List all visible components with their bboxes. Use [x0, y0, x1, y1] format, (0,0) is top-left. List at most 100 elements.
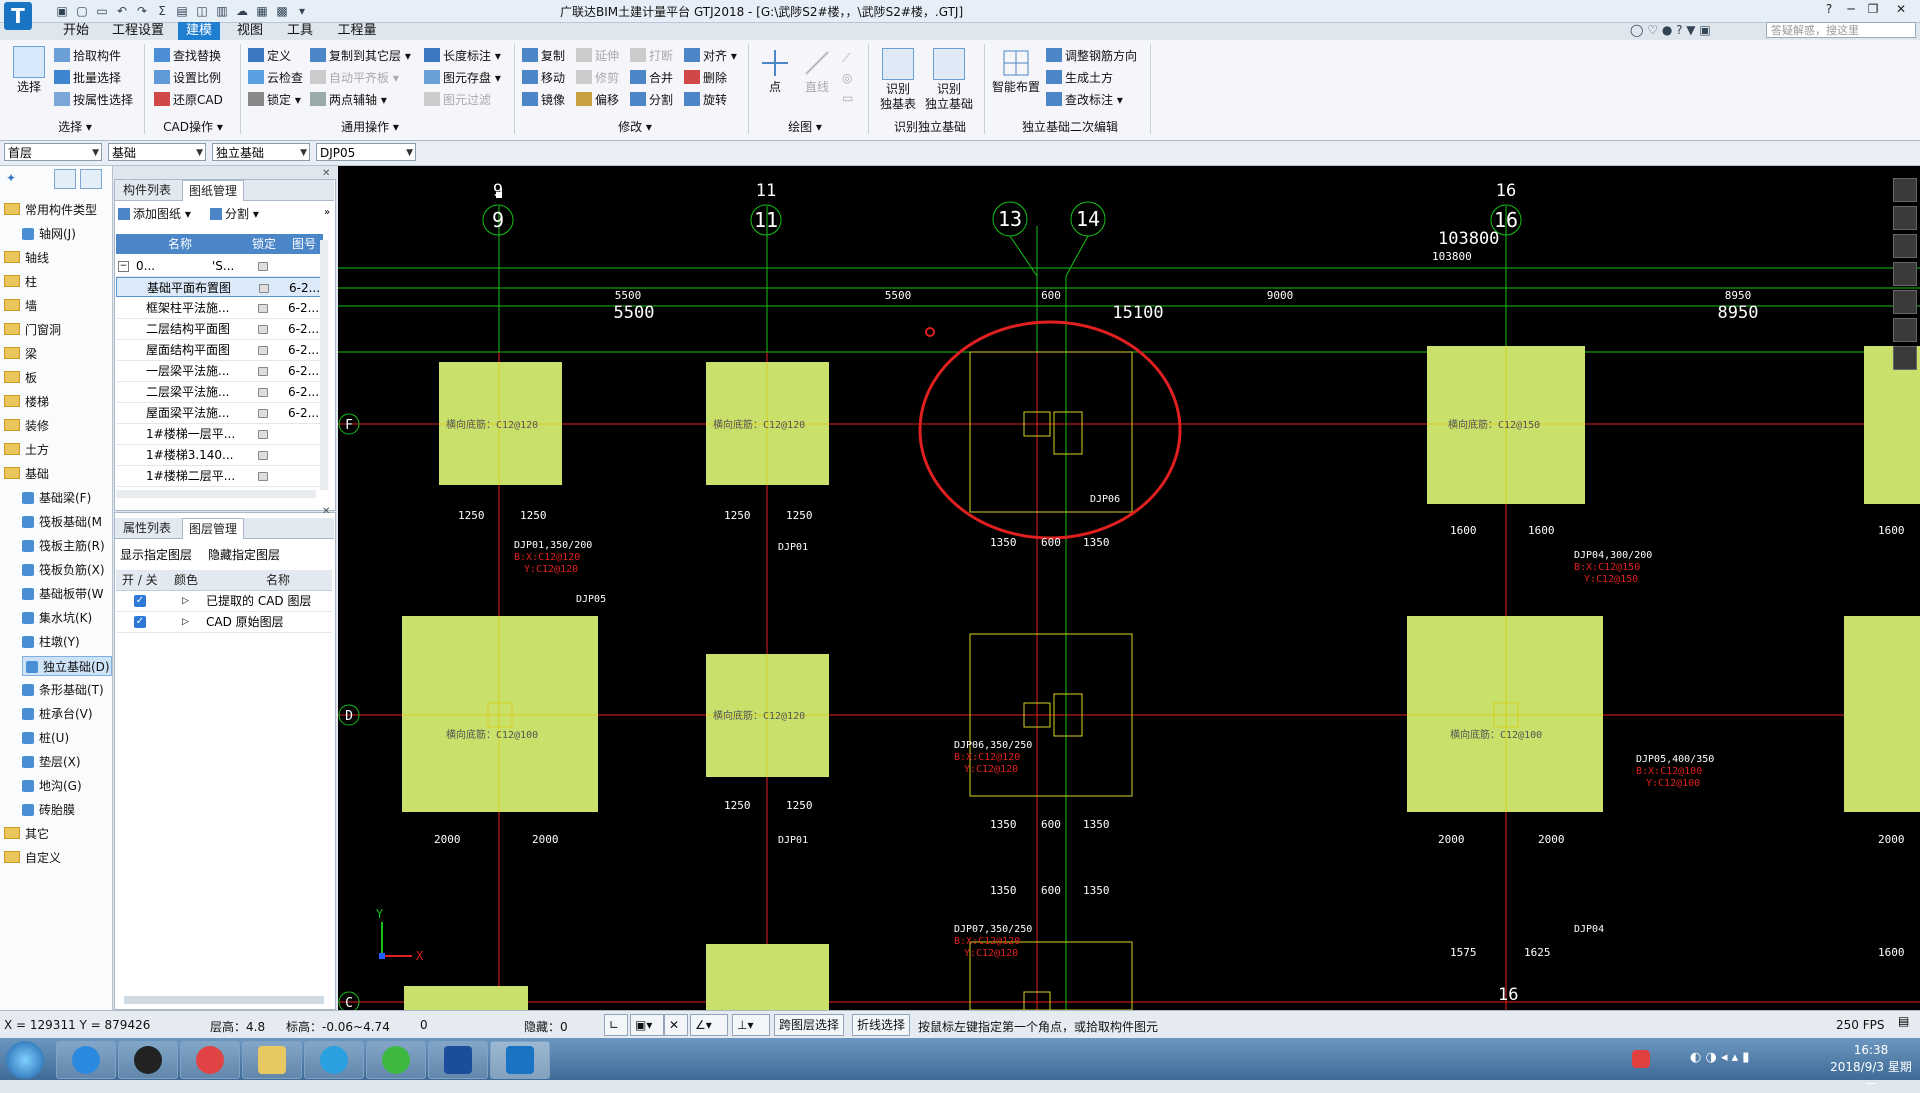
table-view-icon[interactable]	[1893, 346, 1917, 370]
taskbar-explorer[interactable]	[242, 1041, 302, 1079]
tree-item[interactable]: 筏板主筋(R)	[22, 536, 112, 556]
trim-button[interactable]: 修剪	[576, 68, 619, 88]
start-button-icon[interactable]	[6, 1041, 44, 1079]
tab-properties[interactable]: 属性列表	[117, 518, 177, 538]
footing-partial-bottom-mid[interactable]	[706, 944, 829, 1010]
tree-item[interactable]: 筏板基础(M	[22, 512, 112, 532]
taskbar-cad[interactable]	[428, 1041, 488, 1079]
drawing-row[interactable]: 屋面结构平面图 6-2...	[116, 340, 323, 361]
add-drawing-button[interactable]: 添加图纸 ▾	[118, 204, 191, 224]
tree-item[interactable]: 基础	[4, 464, 112, 484]
footing-djp05-mid-left[interactable]: 横向底筋：C12@100	[402, 616, 598, 812]
break-button[interactable]: 打断	[630, 46, 673, 66]
lock-icon[interactable]	[258, 304, 268, 313]
delete-button[interactable]: 删除	[684, 68, 727, 88]
copy-to-floor-button[interactable]: 复制到其它层 ▾	[310, 46, 411, 66]
line-button[interactable]: 直线	[800, 48, 834, 95]
clock[interactable]: 16:38 2018/9/3 星期一	[1826, 1042, 1916, 1093]
length-dim-button[interactable]: 长度标注 ▾	[424, 46, 501, 66]
undo-icon[interactable]: ↶	[114, 3, 130, 19]
cloud-check-button[interactable]: 云检查	[248, 68, 303, 88]
drawing-row[interactable]: 1#楼梯一层平...	[116, 424, 323, 445]
tree-item[interactable]: 柱墩(Y)	[22, 632, 112, 652]
select-by-attr-button[interactable]: 按属性选择	[54, 90, 133, 110]
tab-layers[interactable]: 图层管理	[182, 518, 245, 539]
tray-icons[interactable]: ◐ ◑ ◂ ▴ ▮	[1690, 1050, 1749, 1065]
copy-button[interactable]: 复制	[522, 46, 565, 66]
tree-item[interactable]: 柱	[4, 272, 112, 292]
split-button[interactable]: 分割	[630, 90, 673, 110]
generate-earthwork-button[interactable]: 生成土方	[1046, 68, 1113, 88]
split-drawing-button[interactable]: 分割 ▾	[210, 204, 259, 224]
recognize-table-button[interactable]: 识别 独基表	[876, 48, 920, 112]
define-button[interactable]: 定义	[248, 46, 291, 66]
axis-bubble-C[interactable]: C	[338, 991, 360, 1010]
save-element-button[interactable]: 图元存盘 ▾	[424, 68, 501, 88]
component-select[interactable]: DJP05 ▼	[316, 143, 416, 161]
box-view-icon[interactable]	[1893, 262, 1917, 286]
orbit-view-icon[interactable]	[1893, 178, 1917, 202]
move-button[interactable]: 移动	[522, 68, 565, 88]
tree-item[interactable]: 轴网(J)	[22, 224, 112, 244]
lock-icon[interactable]	[258, 430, 268, 439]
polyline-select-button[interactable]: 折线选择	[852, 1014, 911, 1036]
drawing-row[interactable]: 框架柱平法施... 6-2...	[116, 298, 323, 319]
drawing-canvas[interactable]: 9 9 11 11 13 14 16 16 103800 103800 5500…	[338, 166, 1920, 1010]
user-icons[interactable]: ◯ ♡ ● ? ▼ ▣	[1630, 23, 1711, 37]
footing-djp06-highlighted[interactable]: DJP06	[969, 351, 1133, 513]
lock-icon[interactable]	[258, 325, 268, 334]
floor-select[interactable]: 首层 ▼	[4, 143, 102, 161]
3d-view-icon[interactable]	[1893, 206, 1917, 230]
find-replace-button[interactable]: 查找替换	[154, 46, 221, 66]
tree-item[interactable]: 门窗洞	[4, 320, 112, 340]
drawing-row[interactable]: 二层梁平法施... 6-2...	[116, 382, 323, 403]
drawing-row[interactable]: 一层梁平法施... 6-2...	[116, 361, 323, 382]
layer-toggle-checkbox[interactable]: ✓	[134, 616, 146, 628]
type-select[interactable]: 独立基础 ▼	[212, 143, 310, 161]
rotate-button[interactable]: 旋转	[684, 90, 727, 110]
offset-toggle-icon[interactable]: ⊥▾	[732, 1014, 770, 1036]
footing-djp01-mid[interactable]: 横向底筋：C12@120	[706, 654, 829, 777]
tree-item[interactable]: 自定义	[4, 848, 112, 868]
layer-row[interactable]: ✓ ▷ CAD 原始图层	[116, 612, 332, 633]
draw-extra-icons[interactable]: ⟋ ◎ ▭	[842, 48, 862, 108]
tree-item[interactable]: 砖胎膜	[22, 800, 112, 820]
list-view-icon[interactable]	[54, 169, 76, 189]
drawing-row[interactable]: 1#楼梯二层平...	[116, 466, 323, 487]
dropdown-icon[interactable]: ▾	[294, 3, 310, 19]
tree-item[interactable]: 筏板负筋(X)	[22, 560, 112, 580]
menu-project-settings[interactable]: 工程设置	[108, 22, 168, 40]
layout-icon[interactable]: ▩	[274, 3, 290, 19]
tree-view-icon[interactable]	[80, 169, 102, 189]
lock-icon[interactable]	[258, 388, 268, 397]
select-button[interactable]: 选择	[8, 46, 50, 95]
angle-toggle-icon[interactable]: ∠▾	[690, 1014, 728, 1036]
taskbar-qq-app[interactable]	[118, 1041, 178, 1079]
tree-item[interactable]: 轴线	[4, 248, 112, 268]
tree-item[interactable]: 地沟(G)	[22, 776, 112, 796]
close-icon[interactable]: ✕	[1892, 2, 1910, 18]
redo-icon[interactable]: ↷	[134, 3, 150, 19]
offset-button[interactable]: 偏移	[576, 90, 619, 110]
tree-item[interactable]: 桩(U)	[22, 728, 112, 748]
lock-icon[interactable]	[258, 346, 268, 355]
cross-toggle-icon[interactable]: ✕	[664, 1014, 688, 1036]
taskbar-gtj[interactable]	[490, 1041, 550, 1079]
batch-select-button[interactable]: 批量选择	[54, 68, 121, 88]
element-filter-button[interactable]: 图元过滤	[424, 90, 491, 110]
tree-item[interactable]: 集水坑(K)	[22, 608, 112, 628]
mirror-button[interactable]: 镜像	[522, 90, 565, 110]
save-icon[interactable]: ▣	[54, 3, 70, 19]
footing-djp04-top-right[interactable]: 横向底筋：C12@150	[1427, 346, 1585, 504]
expand-arrow-icon[interactable]: ▷	[182, 612, 189, 632]
two-point-axis-button[interactable]: 两点辅轴 ▾	[310, 90, 387, 110]
taskbar-browser-app[interactable]	[56, 1041, 116, 1079]
cross-layer-select-button[interactable]: 跨图层选择	[774, 1014, 845, 1036]
open-folder-icon[interactable]: ▭	[94, 3, 110, 19]
menu-quantity[interactable]: 工程量	[332, 22, 382, 40]
drawing-row[interactable]: 二层结构平面图 6-2...	[116, 319, 323, 340]
tab-drawing-manage[interactable]: 图纸管理	[182, 180, 245, 201]
layer-hscrollbar[interactable]	[124, 996, 324, 1004]
drawing-row[interactable]: 基础平面布置图 6-2...	[116, 277, 323, 297]
search-input[interactable]: 答疑解惑，搜这里	[1766, 22, 1916, 38]
